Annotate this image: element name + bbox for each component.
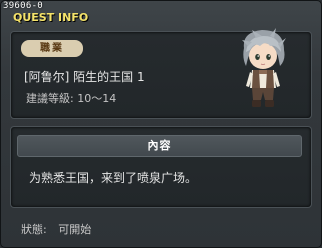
quest-id: 39606-0 (3, 1, 44, 11)
quest-name: [阿鲁尔] 陌生的王国 1 (24, 70, 145, 84)
quest-status: 狀態: 可開始 (21, 221, 91, 237)
quest-level-label: 建議等級: (26, 92, 74, 105)
status-value: 可開始 (58, 223, 92, 236)
npc-character-portrait-icon (242, 28, 286, 107)
quest-level: 建議等級: 10～14 (26, 90, 116, 106)
quest-level-range: 10～14 (77, 92, 117, 105)
job-badge: 職業 (21, 40, 83, 57)
content-header: 內容 (17, 135, 302, 157)
content-text: 为熟悉王国，来到了喷泉广场。 (29, 171, 198, 185)
window-title: QUEST INFO (13, 11, 89, 24)
status-label: 狀態: (21, 223, 47, 236)
quest-info-window: 39606-0 QUEST INFO 職業 [阿鲁尔] 陌生的王国 1 建議等級… (0, 0, 322, 248)
